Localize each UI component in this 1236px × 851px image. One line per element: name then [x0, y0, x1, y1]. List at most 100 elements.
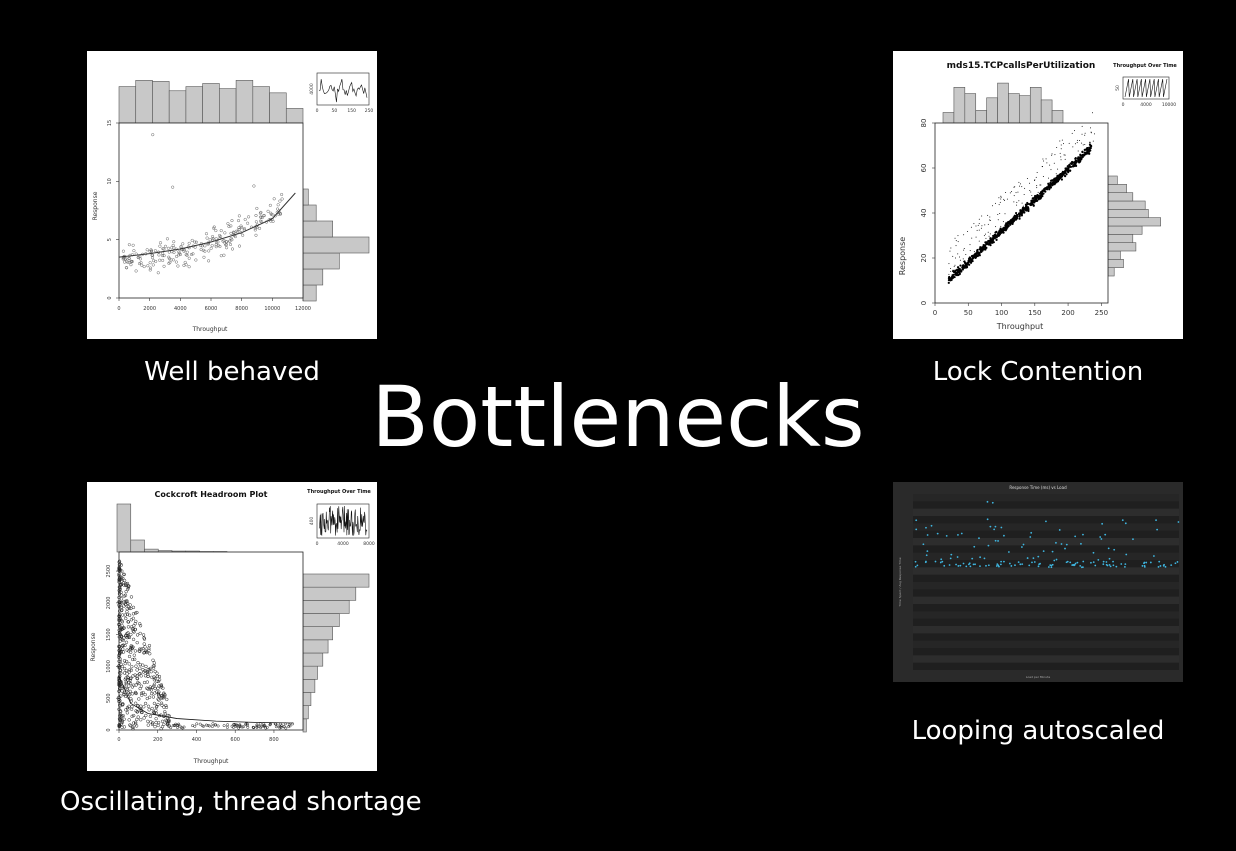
scatter-point: [1026, 177, 1028, 179]
scatter-point: [1107, 547, 1110, 550]
scatter-point: [1030, 191, 1032, 193]
scatter-point: [957, 270, 961, 273]
scatter-point: [915, 528, 918, 531]
inset-x-tick-label: 250: [365, 108, 374, 114]
scatter-point: [950, 553, 953, 556]
scatter-point: [914, 565, 917, 568]
scatter-point: [1036, 171, 1038, 173]
scatter-point: [1071, 132, 1073, 134]
top-histogram-bar: [953, 86, 966, 124]
scatter-point: [1157, 566, 1160, 568]
y-tick-label: 2000: [106, 596, 112, 609]
scatter-point: [1079, 153, 1082, 156]
scatter-point: [1019, 213, 1022, 216]
scatter-point: [959, 564, 962, 567]
scatter-point: [1077, 159, 1080, 162]
inset-title: Throughput Over Time: [1113, 63, 1177, 69]
scatter-point: [1046, 188, 1049, 191]
scatter-point: [1079, 139, 1081, 141]
scatter-point: [998, 197, 1000, 199]
scatter-point: [1034, 198, 1037, 201]
scatter-point: [1123, 565, 1126, 568]
scatter-point: [1068, 169, 1072, 172]
scatter-point: [1063, 143, 1065, 145]
scatter-point: [1027, 207, 1030, 210]
scatter-point: [1077, 150, 1079, 152]
scatter-point: [1013, 214, 1016, 217]
scatter-point: [1029, 189, 1031, 191]
scatter-point: [1091, 112, 1093, 114]
scatter-point: [1047, 566, 1050, 568]
scatter-point: [1054, 154, 1056, 156]
scatter-point: [1054, 177, 1057, 180]
scatter-point: [916, 564, 919, 567]
top-histogram-bar: [202, 83, 220, 124]
top-histogram-bar: [269, 92, 287, 124]
scatter-point: [949, 250, 951, 252]
scatter-point: [1005, 192, 1007, 194]
scatter-point: [997, 219, 999, 221]
scatter-point: [965, 253, 967, 255]
scatter-point: [959, 259, 961, 261]
scatter-point: [1000, 526, 1003, 529]
inset-x-tick-label: 4000: [337, 541, 349, 547]
scatter-point: [963, 266, 966, 269]
scatter-point: [1084, 134, 1086, 136]
scatter-point: [1124, 563, 1127, 566]
scatter-point: [1021, 186, 1023, 188]
top-histogram-bar: [1019, 95, 1031, 124]
scatter-point: [1076, 139, 1078, 141]
scatter-point: [983, 557, 986, 560]
scatter-point: [992, 205, 994, 207]
scatter-point: [986, 518, 989, 521]
right-histogram-bar: [302, 586, 357, 601]
inset-y-tick-label: 400: [309, 517, 315, 526]
right-histogram-bar: [302, 665, 318, 680]
scatter-point: [994, 539, 997, 542]
scatter-point: [981, 215, 983, 217]
chart-ylabel: Response: [90, 632, 97, 661]
scatter-point: [1087, 152, 1090, 155]
scatter-point: [978, 537, 980, 540]
top-histogram-bar: [116, 503, 132, 553]
x-tick-label: 50: [964, 309, 973, 317]
scatter-point: [1090, 131, 1092, 133]
scatter-point: [1072, 161, 1076, 164]
scatter-point: [1053, 162, 1055, 164]
chart-lock-contention: mds15.TCPcallsPerUtilization Throughput …: [898, 61, 1177, 331]
right-histogram-bar: [1107, 242, 1137, 252]
scatter-point: [953, 266, 955, 268]
inset-y-tick-label: 4000: [309, 83, 315, 95]
scatter-point: [1068, 165, 1072, 168]
scatter-point: [1067, 168, 1070, 171]
scatter-point: [1112, 560, 1114, 563]
scatter-point: [1013, 195, 1015, 197]
scatter-point: [1074, 143, 1076, 145]
scatter-point: [987, 564, 990, 567]
scatter-point: [943, 564, 946, 567]
scatter-point: [957, 235, 959, 237]
scatter-point: [1086, 149, 1089, 152]
scatter-point: [1026, 557, 1029, 559]
scatter-point: [981, 225, 983, 227]
right-histogram-bar: [1107, 209, 1149, 218]
chart-ylabel: Response: [92, 191, 99, 220]
scatter-point: [1056, 146, 1058, 148]
scatter-point: [1084, 143, 1086, 145]
scatter-point: [990, 219, 992, 221]
scatter-point: [1032, 557, 1035, 560]
top-histogram-bar: [135, 80, 153, 124]
scatter-point: [1094, 564, 1097, 567]
scatter-point: [1045, 520, 1047, 523]
right-histogram-bar: [1107, 250, 1121, 260]
scatter-point: [1021, 563, 1024, 566]
grid-band: [913, 494, 1179, 502]
scatter-point: [1084, 152, 1087, 155]
x-tick-label: 0: [117, 737, 120, 743]
scatter-point: [1017, 191, 1019, 193]
scatter-point: [1072, 564, 1075, 566]
right-histogram-bar: [302, 268, 324, 286]
scatter-point: [1143, 565, 1146, 568]
scatter-point: [1108, 564, 1111, 566]
x-tick-label: 200: [153, 737, 163, 743]
